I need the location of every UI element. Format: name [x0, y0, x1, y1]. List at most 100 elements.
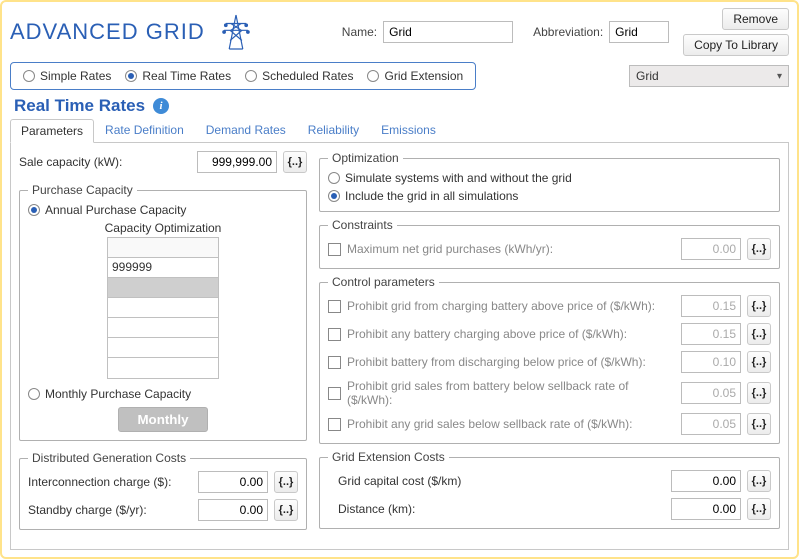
cp-row-3: Prohibit grid sales from battery below s… [328, 379, 771, 407]
cp-label: Prohibit grid sales from battery below s… [347, 379, 675, 407]
opt-include-radio[interactable]: Include the grid in all simulations [328, 189, 771, 203]
sale-capacity-sensitivity-button[interactable]: {..} [283, 151, 307, 173]
abbreviation-input[interactable] [609, 21, 669, 43]
cp-label: Prohibit grid from charging battery abov… [347, 299, 675, 313]
rate-type-scheduled[interactable]: Scheduled Rates [245, 69, 353, 83]
interconnection-row: Interconnection charge ($): {..} [28, 471, 298, 493]
opt-simulate-label: Simulate systems with and without the gr… [345, 171, 572, 185]
distance-sensitivity-button[interactable]: {..} [747, 498, 771, 520]
tab-rate-definition[interactable]: Rate Definition [94, 118, 195, 142]
cp-label: Prohibit any grid sales below sellback r… [347, 417, 675, 431]
right-column: Optimization Simulate systems with and w… [319, 151, 780, 541]
capacity-optimization-grid[interactable]: 999999 [107, 237, 219, 379]
sale-capacity-input[interactable] [197, 151, 277, 173]
cp-row-4: Prohibit any grid sales below sellback r… [328, 413, 771, 435]
distance-input[interactable] [671, 498, 741, 520]
cp-checkbox[interactable] [328, 328, 341, 341]
interconnection-input[interactable] [198, 471, 268, 493]
cap-grid-empty-row[interactable] [108, 298, 218, 318]
radio-icon [125, 70, 137, 82]
cp-label: Prohibit battery from discharging below … [347, 355, 675, 369]
constraints-legend: Constraints [328, 218, 397, 232]
cp-sensitivity-button[interactable]: {..} [747, 351, 771, 373]
opt-include-label: Include the grid in all simulations [345, 189, 518, 203]
dropdown-selected: Grid [636, 69, 659, 83]
sale-capacity-label: Sale capacity (kW): [19, 155, 191, 169]
capacity-optimization-title: Capacity Optimization [28, 221, 298, 235]
max-net-checkbox[interactable] [328, 243, 341, 256]
monthly-purchase-radio[interactable]: Monthly Purchase Capacity [28, 387, 298, 401]
annual-purchase-radio[interactable]: Annual Purchase Capacity [28, 203, 298, 217]
constraints-group: Constraints Maximum net grid purchases (… [319, 218, 780, 269]
radio-icon [245, 70, 257, 82]
cap-grid-value[interactable]: 999999 [108, 258, 218, 278]
standby-sensitivity-button[interactable]: {..} [274, 499, 298, 521]
cp-row-1: Prohibit any battery charging above pric… [328, 323, 771, 345]
chevron-down-icon: ▾ [777, 71, 782, 82]
tabs: Parameters Rate Definition Demand Rates … [10, 118, 789, 143]
tab-demand-rates[interactable]: Demand Rates [195, 118, 297, 142]
cp-checkbox[interactable] [328, 356, 341, 369]
window: ADVANCED GRID Name: Abbreviation: Remove… [0, 0, 799, 559]
max-net-input [681, 238, 741, 260]
cp-checkbox[interactable] [328, 387, 341, 400]
distributed-generation-costs-group: Distributed Generation Costs Interconnec… [19, 451, 307, 530]
cp-sensitivity-button[interactable]: {..} [747, 323, 771, 345]
max-net-purchases-row: Maximum net grid purchases (kWh/yr): {..… [328, 238, 771, 260]
copy-to-library-button[interactable]: Copy To Library [683, 34, 789, 56]
rate-type-label: Real Time Rates [142, 69, 231, 83]
cp-checkbox[interactable] [328, 418, 341, 431]
standby-row: Standby charge ($/yr): {..} [28, 499, 298, 521]
header-row: ADVANCED GRID Name: Abbreviation: Remove… [10, 8, 789, 56]
optimization-group: Optimization Simulate systems with and w… [319, 151, 780, 212]
cp-input [681, 323, 741, 345]
grid-capital-label: Grid capital cost ($/km) [328, 474, 665, 488]
cap-grid-header [108, 238, 218, 258]
rate-type-simple[interactable]: Simple Rates [23, 69, 111, 83]
cap-grid-empty-row[interactable] [108, 358, 218, 378]
info-icon[interactable]: i [153, 98, 169, 114]
grid-extension-legend: Grid Extension Costs [328, 450, 449, 464]
opt-simulate-radio[interactable]: Simulate systems with and without the gr… [328, 171, 771, 185]
cap-grid-empty-row[interactable] [108, 338, 218, 358]
header-fields: Name: Abbreviation: [342, 21, 669, 43]
name-input[interactable] [383, 21, 513, 43]
max-net-sensitivity-button[interactable]: {..} [747, 238, 771, 260]
tab-reliability[interactable]: Reliability [297, 118, 370, 142]
radio-icon [328, 190, 340, 202]
rate-type-realtime[interactable]: Real Time Rates [125, 69, 231, 83]
cap-grid-selected-row[interactable] [108, 278, 218, 298]
annual-purchase-label: Annual Purchase Capacity [45, 203, 186, 217]
interconnection-sensitivity-button[interactable]: {..} [274, 471, 298, 493]
cp-input [681, 295, 741, 317]
grid-capital-sensitivity-button[interactable]: {..} [747, 470, 771, 492]
cp-label: Prohibit any battery charging above pric… [347, 327, 675, 341]
cp-input [681, 351, 741, 373]
standby-label: Standby charge ($/yr): [28, 503, 192, 517]
cp-checkbox[interactable] [328, 300, 341, 313]
cp-sensitivity-button[interactable]: {..} [747, 295, 771, 317]
cap-grid-empty-row[interactable] [108, 318, 218, 338]
radio-icon [23, 70, 35, 82]
cp-sensitivity-button[interactable]: {..} [747, 413, 771, 435]
app-title: ADVANCED GRID [10, 19, 205, 45]
dgc-legend: Distributed Generation Costs [28, 451, 190, 465]
second-row: Simple Rates Real Time Rates Scheduled R… [10, 62, 789, 90]
cp-sensitivity-button[interactable]: {..} [747, 382, 771, 404]
standby-input[interactable] [198, 499, 268, 521]
rate-type-label: Scheduled Rates [262, 69, 353, 83]
purchase-capacity-group: Purchase Capacity Annual Purchase Capaci… [19, 183, 307, 441]
monthly-purchase-label: Monthly Purchase Capacity [45, 387, 191, 401]
rate-type-label: Simple Rates [40, 69, 111, 83]
cp-row-0: Prohibit grid from charging battery abov… [328, 295, 771, 317]
grid-select-dropdown[interactable]: Grid ▾ [629, 65, 789, 87]
grid-capital-row: Grid capital cost ($/km) {..} [328, 470, 771, 492]
tab-emissions[interactable]: Emissions [370, 118, 447, 142]
remove-button[interactable]: Remove [722, 8, 789, 30]
rate-type-extension[interactable]: Grid Extension [367, 69, 463, 83]
grid-capital-input[interactable] [671, 470, 741, 492]
max-net-label: Maximum net grid purchases (kWh/yr): [347, 242, 675, 256]
transmission-tower-icon [219, 13, 253, 51]
left-column: Sale capacity (kW): {..} Purchase Capaci… [19, 151, 307, 541]
tab-parameters[interactable]: Parameters [10, 119, 94, 143]
